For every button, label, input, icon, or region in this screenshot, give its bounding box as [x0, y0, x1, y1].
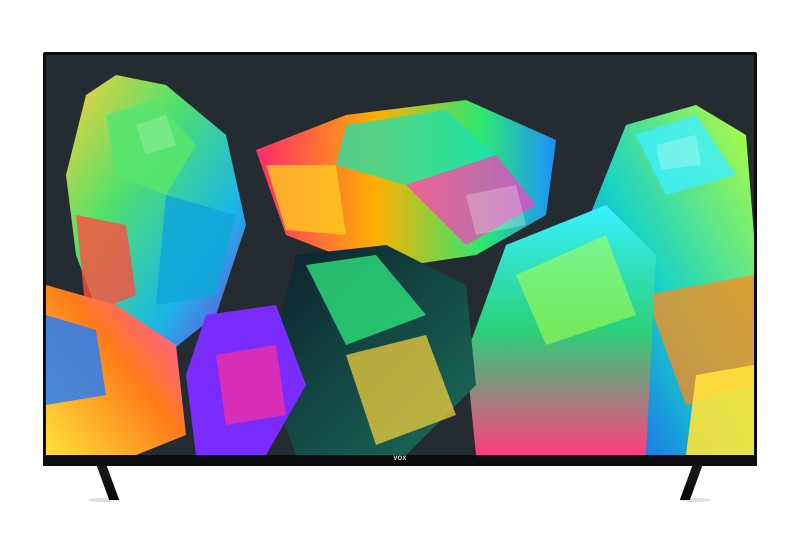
foot-shadow-right — [681, 498, 711, 502]
crystal-artwork — [46, 55, 754, 455]
television: VOX — [0, 0, 800, 535]
brand-logo: VOX — [393, 456, 407, 462]
tv-leg-right — [679, 466, 703, 500]
tv-screen — [46, 55, 754, 455]
foot-shadow-left — [88, 498, 118, 502]
tv-leg-left — [96, 466, 120, 500]
